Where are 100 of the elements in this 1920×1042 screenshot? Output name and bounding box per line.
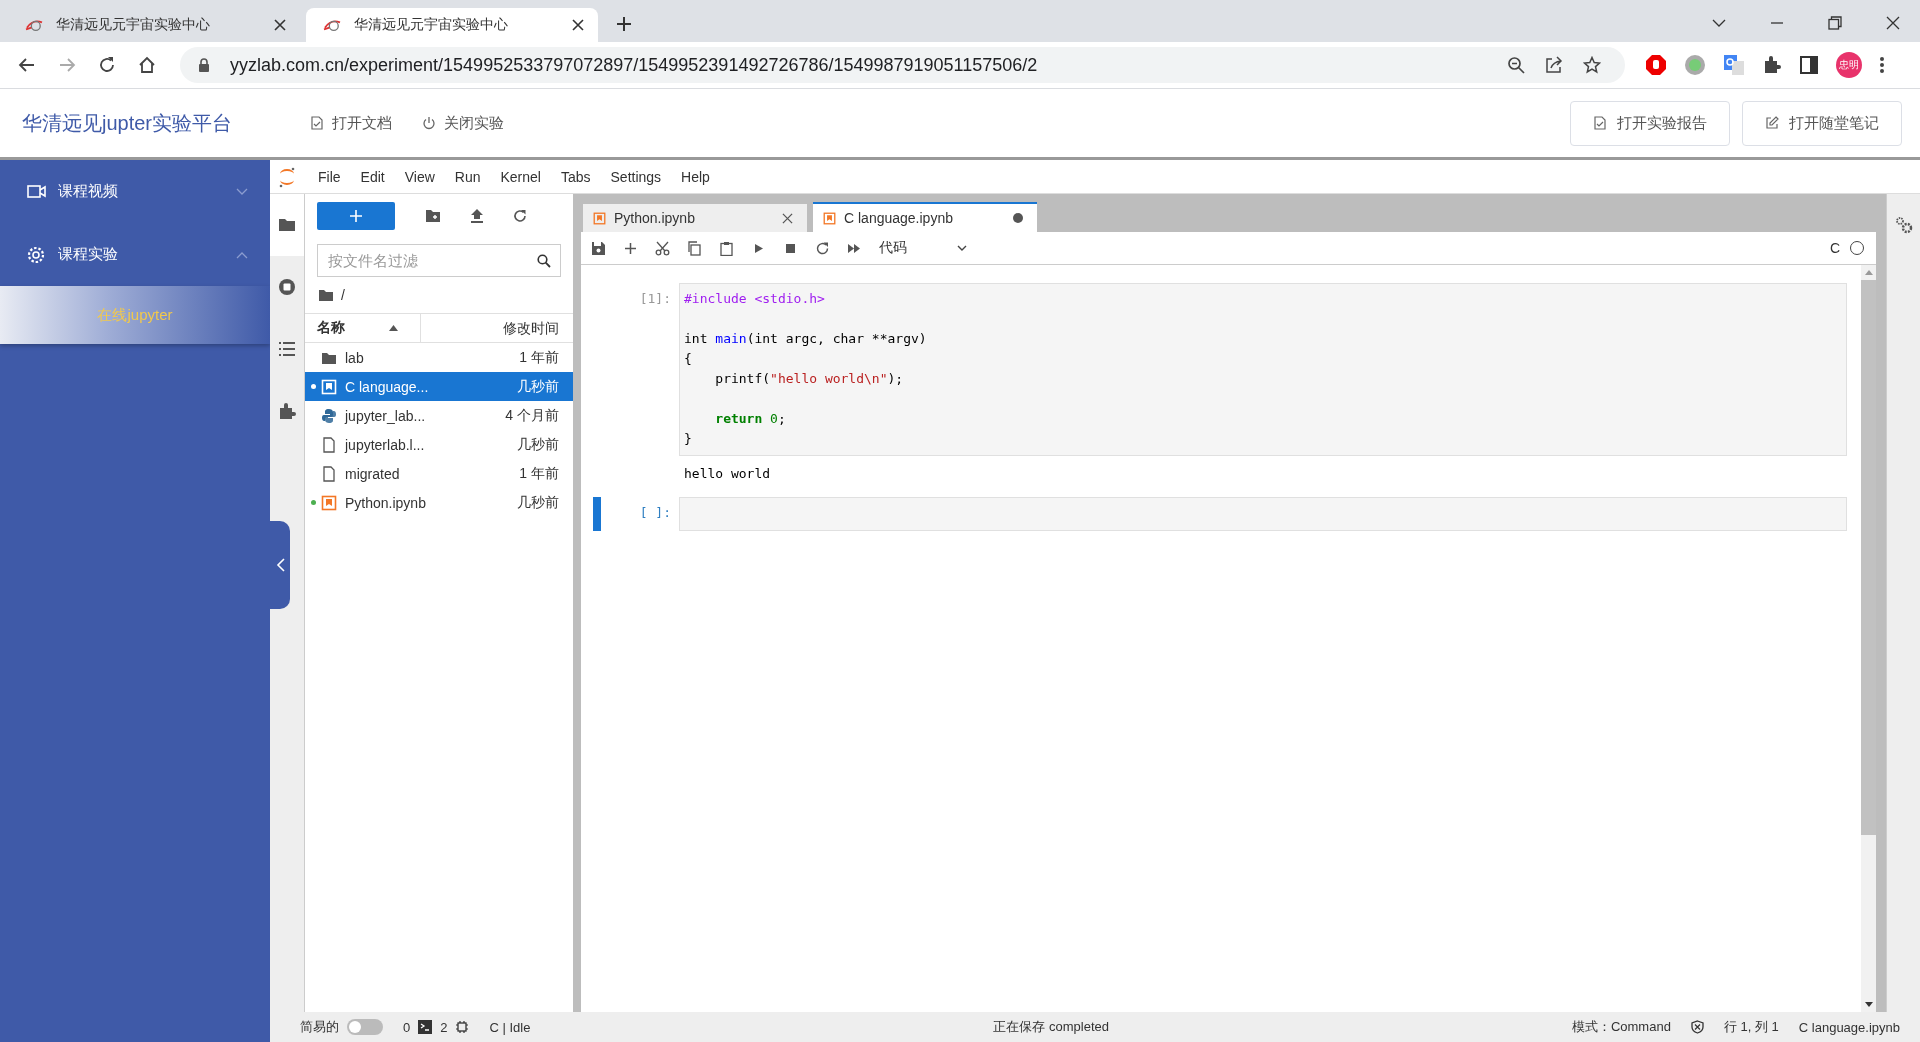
file-row[interactable]: lab 1 年前 <box>305 343 573 372</box>
power-icon <box>422 116 436 130</box>
file-row[interactable]: C language... 几秒前 <box>305 372 573 401</box>
file-name: jupyter_lab... <box>345 407 427 424</box>
chevron-down-icon <box>957 244 967 252</box>
terminal-icon[interactable] <box>418 1020 433 1034</box>
column-header[interactable]: 修改时间 <box>420 314 573 342</box>
notebook-tab[interactable]: C language.ipynb <box>813 202 1037 232</box>
file-row[interactable]: jupyterlab.l... 几秒前 <box>305 430 573 459</box>
search-icon <box>537 254 551 268</box>
kernel-status[interactable]: C | Idle <box>489 1019 531 1035</box>
scrollbar[interactable] <box>1861 265 1876 1012</box>
close-icon[interactable] <box>274 19 286 31</box>
cell-type-dropdown[interactable]: 代码 <box>879 239 967 257</box>
more-icon[interactable] <box>1879 56 1885 74</box>
menu-item[interactable]: Run <box>444 168 491 185</box>
file-row[interactable]: Python.ipynb 几秒前 <box>305 488 573 517</box>
simple-mode-toggle[interactable] <box>347 1019 383 1035</box>
kernel-name[interactable]: C <box>1829 240 1840 256</box>
notebook-icon <box>321 494 337 511</box>
copy-icon[interactable] <box>687 240 702 256</box>
browser-tab[interactable]: 华清远见元宇宙实验中心 <box>8 8 300 42</box>
sidebar-item[interactable]: 课程实验 <box>0 223 270 286</box>
chevron-down-icon <box>236 187 248 196</box>
browser-tab[interactable]: 华清远见元宇宙实验中心 <box>306 8 598 42</box>
puzzle-icon[interactable] <box>1762 55 1782 75</box>
stop-icon[interactable] <box>278 278 296 296</box>
sort-ascending-icon <box>389 325 398 331</box>
column-header[interactable]: 名称 <box>305 319 397 337</box>
file-row[interactable]: migrated 1 年前 <box>305 459 573 488</box>
header-link[interactable]: 打开文档 <box>310 113 392 133</box>
file-icon <box>321 436 337 453</box>
chip-icon[interactable] <box>455 1020 470 1034</box>
profile-avatar[interactable]: 忠明 <box>1836 52 1862 78</box>
menu-item[interactable]: File <box>308 168 351 185</box>
home-icon[interactable] <box>138 56 156 74</box>
jupyter-logo-icon <box>278 165 296 188</box>
share-icon[interactable] <box>1545 56 1563 74</box>
upload-icon[interactable] <box>470 208 484 224</box>
close-icon[interactable] <box>572 19 584 31</box>
modified-time: 1 年前 <box>519 464 559 483</box>
scroll-down-icon <box>1864 1002 1873 1007</box>
menu-item[interactable]: View <box>394 168 445 185</box>
scroll-up-icon <box>1864 270 1873 275</box>
cell-output: hello world <box>683 465 772 483</box>
menu-item[interactable]: Help <box>671 168 720 185</box>
new-tab-icon[interactable] <box>616 16 632 32</box>
reload-icon[interactable] <box>98 56 116 74</box>
menu-item[interactable]: Tabs <box>550 168 601 185</box>
close-icon[interactable] <box>782 212 793 224</box>
new-folder-icon[interactable] <box>425 209 441 223</box>
zoom-out-icon[interactable] <box>1507 56 1525 74</box>
mode-status[interactable]: 模式：Command <box>1571 1018 1671 1036</box>
address-bar[interactable]: yyzlab.com.cn/experiment/1549952533797072897/1549952391492726786/1549987919051157506/2 <box>180 47 1625 83</box>
restore-icon[interactable] <box>1828 16 1842 30</box>
star-icon[interactable] <box>1583 56 1601 74</box>
filter-field[interactable]: 按文件名过滤 <box>317 244 561 277</box>
header-link[interactable]: 关闭实验 <box>422 113 504 133</box>
notebook-tab[interactable]: Python.ipynb <box>583 204 807 232</box>
plus-icon[interactable] <box>623 240 638 256</box>
modified-time: 几秒前 <box>517 377 559 396</box>
stop-hand-icon[interactable] <box>1645 54 1667 76</box>
new-launcher-button[interactable] <box>317 202 395 230</box>
breadcrumb-link[interactable]: / <box>341 287 345 303</box>
cell-prompt: [ ]: <box>638 504 672 522</box>
lock-icon <box>198 58 210 72</box>
header-button[interactable]: 打开随堂笔记 <box>1742 100 1902 146</box>
sidebar-item[interactable]: 课程视频 <box>0 160 270 223</box>
cursor-position[interactable]: 行 1, 列 1 <box>1723 1018 1779 1036</box>
folder-icon[interactable] <box>278 216 296 234</box>
app-title: 华清远见jupter实验平台 <box>22 110 234 136</box>
scissors-icon[interactable] <box>655 240 670 256</box>
python-icon <box>321 407 337 424</box>
paste-icon[interactable] <box>719 240 734 256</box>
header-button[interactable]: 打开实验报告 <box>1570 100 1730 146</box>
refresh-icon[interactable] <box>513 209 527 223</box>
menu-item[interactable]: Edit <box>350 168 395 185</box>
terminal-count: 0 <box>403 1019 411 1035</box>
unsaved-dot <box>1013 213 1023 223</box>
shield-icon[interactable] <box>1690 1020 1704 1034</box>
back-icon[interactable] <box>18 56 36 74</box>
folder-icon[interactable] <box>319 289 333 301</box>
code-editor[interactable]: #include <stdio.h> int main(int argc, char **argv) { printf("hello world\n"); return 0; } <box>679 283 1847 456</box>
chevron-up-icon <box>236 250 248 259</box>
menu-item[interactable]: Kernel <box>490 168 551 185</box>
collapse-handle[interactable] <box>270 521 290 609</box>
list-icon[interactable] <box>278 340 296 358</box>
menu-item[interactable]: Settings <box>600 168 672 185</box>
side-panel-icon[interactable] <box>1799 55 1819 75</box>
property-inspector-icon[interactable] <box>1894 216 1913 234</box>
puzzle-icon[interactable] <box>278 402 296 420</box>
close-icon[interactable] <box>1886 16 1900 30</box>
notebook-icon <box>593 211 606 225</box>
file-row[interactable]: jupyter_lab... 4 个月前 <box>305 401 573 430</box>
save-icon[interactable] <box>591 240 606 256</box>
modified-time: 4 个月前 <box>505 406 559 425</box>
translate-icon[interactable] <box>1723 54 1745 76</box>
edit-icon <box>1765 116 1779 130</box>
restart-icon[interactable] <box>815 240 830 256</box>
notebook-icon <box>321 378 337 395</box>
